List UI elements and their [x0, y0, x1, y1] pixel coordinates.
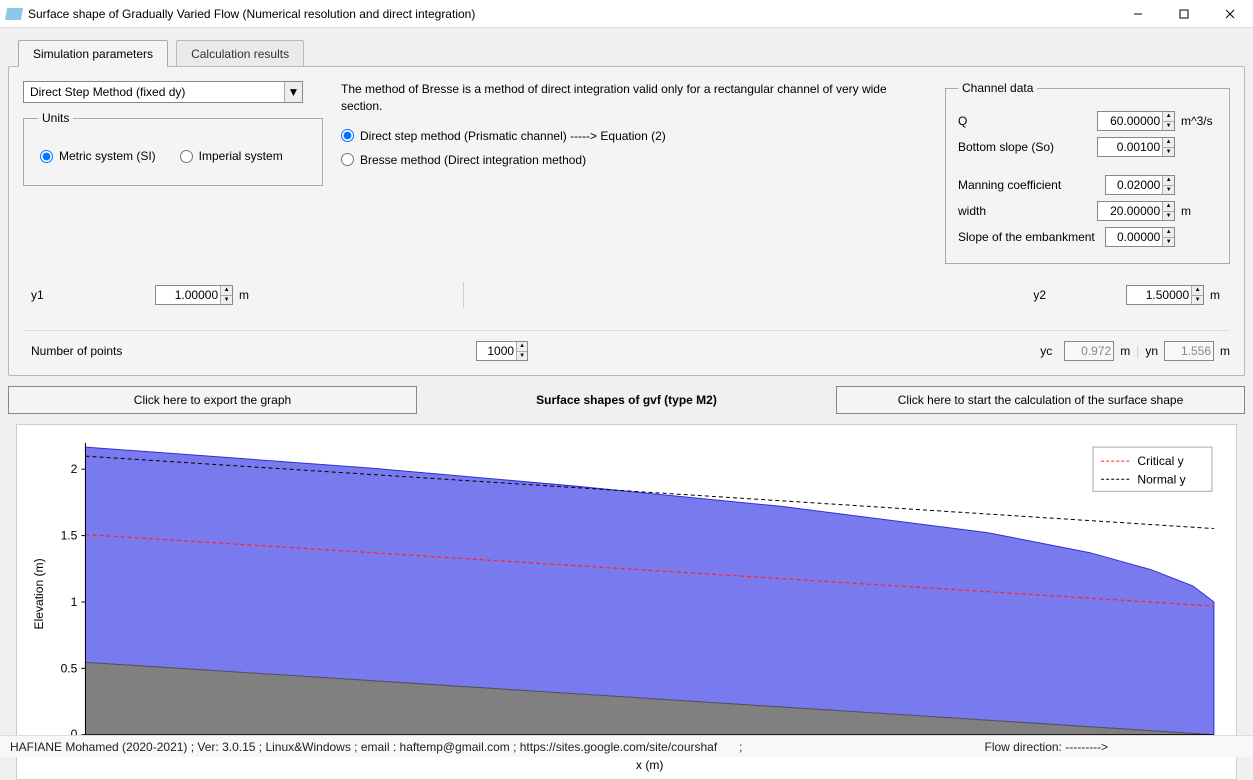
status-left: HAFIANE Mohamed (2020-2021) ; Ver: 3.0.1… [10, 740, 717, 754]
embankment-input[interactable]: ▲▼ [1105, 227, 1175, 247]
yc-label: yc [1040, 344, 1052, 358]
legend-critical: Critical y [1137, 454, 1184, 468]
y2-unit: m [1210, 288, 1220, 302]
radio-bresse-input[interactable] [341, 153, 354, 166]
tabs: Simulation parameters Calculation result… [18, 40, 1245, 67]
method-description: The method of Bresse is a method of dire… [341, 81, 917, 115]
channel-data-fieldset: Channel data Q ▲▼ m^3/s Bottom slope (So… [945, 81, 1230, 264]
y-axis-label: Elevation (m) [32, 558, 46, 629]
chevron-down-icon[interactable]: ▼ [284, 82, 302, 102]
x-axis-label: x (m) [636, 758, 664, 772]
npoints-label: Number of points [31, 344, 476, 358]
action-bar: Click here to export the graph Surface s… [8, 386, 1245, 414]
y2-label: y2 [1033, 288, 1046, 302]
start-calculation-button[interactable]: Click here to start the calculation of t… [836, 386, 1245, 414]
yn-value [1164, 341, 1214, 361]
legend-normal: Normal y [1137, 472, 1186, 486]
width-label: width [958, 204, 1097, 218]
npoints-row: Number of points ▲▼ yc m | yn m [23, 330, 1230, 365]
maximize-button[interactable] [1161, 0, 1207, 28]
radio-imperial-input[interactable] [180, 150, 193, 163]
close-button[interactable] [1207, 0, 1253, 28]
minimize-button[interactable] [1115, 0, 1161, 28]
method-dropdown[interactable]: ▼ [23, 81, 303, 103]
chart: 0 0.5 1 1.5 2 -500 -400 -300 -200 -100 0… [16, 424, 1237, 780]
manning-label: Manning coefficient [958, 178, 1105, 192]
y1-label: y1 [31, 288, 143, 302]
width-unit: m [1175, 204, 1217, 218]
so-input[interactable]: ▲▼ [1097, 137, 1175, 157]
main-panel: ▼ Units Metric system (SI) Imperial syst… [8, 66, 1245, 376]
manning-input[interactable]: ▲▼ [1105, 175, 1175, 195]
radio-bresse[interactable]: Bresse method (Direct integration method… [341, 153, 917, 167]
titlebar: Surface shape of Gradually Varied Flow (… [0, 0, 1253, 28]
channel-data-legend: Channel data [958, 81, 1037, 95]
y1-input[interactable]: ▲▼ [155, 285, 233, 305]
radio-bresse-label: Bresse method (Direct integration method… [360, 153, 586, 167]
svg-text:2: 2 [71, 462, 78, 476]
y-row: y1 ▲▼ m y2 ▲▼ m [23, 282, 1230, 316]
flow-direction: Flow direction: ---------> [985, 740, 1109, 754]
chart-title: Surface shapes of gvf (type M2) [423, 386, 830, 414]
y2-input[interactable]: ▲▼ [1126, 285, 1204, 305]
q-input[interactable]: ▲▼ [1097, 111, 1175, 131]
radio-imperial[interactable]: Imperial system [180, 149, 283, 163]
app-icon [5, 8, 23, 20]
status-sep: ; [739, 740, 742, 754]
radio-metric-label: Metric system (SI) [59, 149, 156, 163]
yn-label: yn [1145, 344, 1158, 358]
so-label: Bottom slope (So) [958, 140, 1097, 154]
radio-direct-step-input[interactable] [341, 129, 354, 142]
chart-svg: 0 0.5 1 1.5 2 -500 -400 -300 -200 -100 0… [25, 433, 1224, 775]
q-label: Q [958, 114, 1097, 128]
divider [463, 282, 464, 308]
svg-text:1.5: 1.5 [61, 529, 78, 543]
window-title: Surface shape of Gradually Varied Flow (… [28, 7, 1115, 21]
yn-unit: m [1220, 344, 1230, 358]
units-fieldset: Units Metric system (SI) Imperial system [23, 111, 323, 186]
radio-imperial-label: Imperial system [199, 149, 283, 163]
units-legend: Units [38, 111, 73, 125]
npoints-input[interactable]: ▲▼ [476, 341, 528, 361]
yc-value [1064, 341, 1114, 361]
svg-text:1: 1 [71, 595, 78, 609]
q-unit: m^3/s [1175, 114, 1217, 128]
width-input[interactable]: ▲▼ [1097, 201, 1175, 221]
radio-metric-input[interactable] [40, 150, 53, 163]
export-graph-button[interactable]: Click here to export the graph [8, 386, 417, 414]
tab-calculation-results[interactable]: Calculation results [176, 40, 304, 67]
embankment-label: Slope of the embankment [958, 230, 1105, 244]
svg-text:0.5: 0.5 [61, 661, 78, 675]
yc-unit: m [1120, 344, 1130, 358]
method-dropdown-value[interactable] [24, 82, 284, 102]
tab-simulation-parameters[interactable]: Simulation parameters [18, 40, 168, 67]
radio-metric[interactable]: Metric system (SI) [40, 149, 156, 163]
y1-unit: m [239, 288, 249, 302]
radio-direct-step[interactable]: Direct step method (Prismatic channel) -… [341, 129, 917, 143]
statusbar: HAFIANE Mohamed (2020-2021) ; Ver: 3.0.1… [0, 735, 1253, 757]
radio-direct-step-label: Direct step method (Prismatic channel) -… [360, 129, 666, 143]
